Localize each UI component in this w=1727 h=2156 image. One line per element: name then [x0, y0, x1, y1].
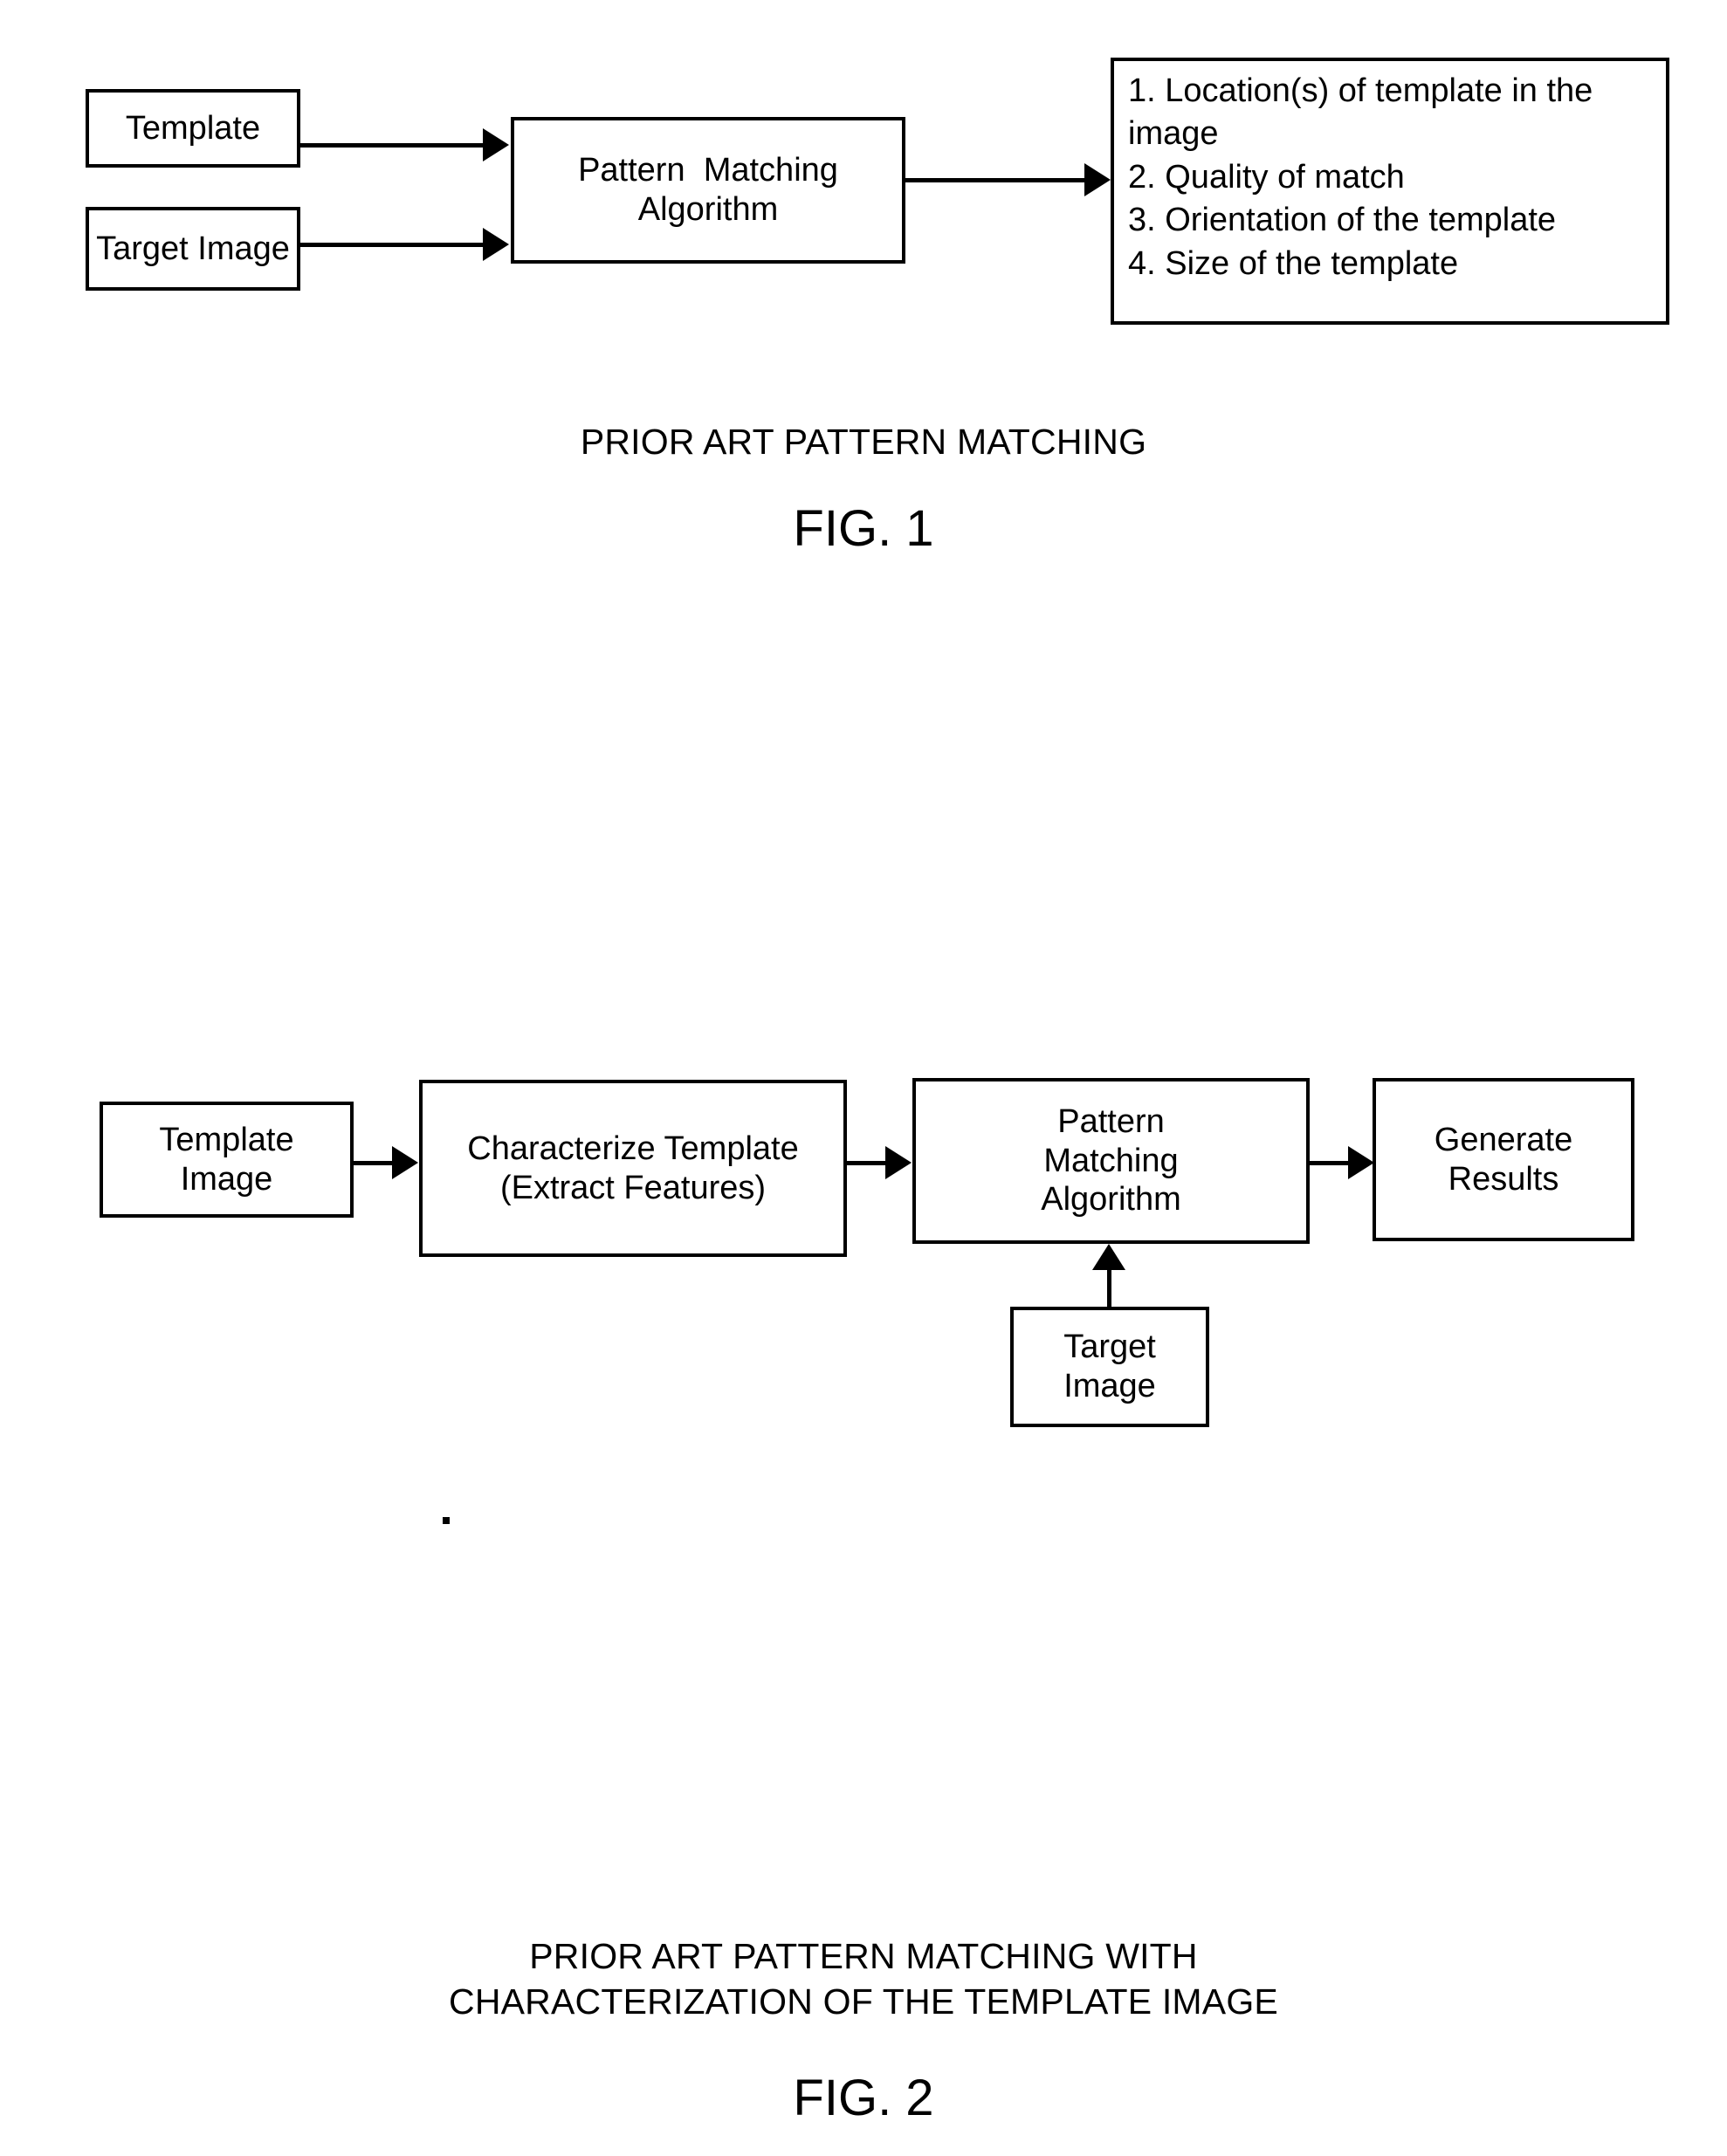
fig1-pattern-matching-label: Pattern Matching Algorithm: [578, 152, 838, 228]
patent-drawing-sheet: Template Target Image Pattern Matching A…: [0, 0, 1727, 2156]
fig1-pattern-matching-box: Pattern Matching Algorithm: [511, 117, 905, 264]
fig1-target-image-label: Target Image: [96, 230, 290, 267]
fig1-template-box: Template: [86, 89, 300, 168]
fig2-target-connector-line: [1107, 1270, 1111, 1312]
scan-artifact-dot: [443, 1517, 450, 1524]
fig2-target-arrowhead: [1092, 1244, 1125, 1270]
fig2-results-arrowhead: [1348, 1146, 1374, 1179]
fig1-results-arrowhead: [1084, 163, 1111, 196]
fig1-caption: PRIOR ART PATTERN MATCHING: [580, 422, 1147, 462]
fig2-results-connector-line: [1310, 1161, 1352, 1165]
fig2-pattern-matching-box: Pattern Matching Algorithm: [912, 1078, 1310, 1244]
fig2-template-connector-line: [354, 1161, 396, 1165]
fig2-target-image-box: Target Image: [1010, 1307, 1209, 1427]
fig2-label: FIG. 2: [793, 2070, 934, 2126]
fig1-template-label: Template: [125, 109, 261, 147]
fig1-label: FIG. 1: [793, 500, 934, 557]
fig2-generate-results-box: Generate Results: [1373, 1078, 1634, 1241]
fig2-pattern-matching-label: Pattern Matching Algorithm: [1041, 1102, 1181, 1219]
fig2-characterize-box: Characterize Template (Extract Features): [419, 1080, 847, 1257]
fig1-results-connector-line: [905, 178, 1087, 182]
fig1-results-list: 1. Location(s) of template in the image …: [1128, 72, 1593, 282]
fig2-target-image-label: Target Image: [1063, 1329, 1156, 1404]
fig1-target-connector-line: [300, 243, 485, 247]
fig1-results-box: 1. Location(s) of template in the image …: [1111, 58, 1669, 325]
fig2-generate-results-label: Generate Results: [1434, 1121, 1573, 1198]
fig1-target-image-box: Target Image: [86, 207, 300, 291]
fig1-template-arrowhead: [483, 128, 509, 161]
fig2-characterize-connector-line: [847, 1161, 889, 1165]
fig2-caption: PRIOR ART PATTERN MATCHING WITH CHARACTE…: [449, 1936, 1278, 2022]
fig1-target-arrowhead: [483, 228, 509, 261]
fig2-characterize-label: Characterize Template (Extract Features): [467, 1129, 799, 1206]
fig1-template-connector-line: [300, 143, 485, 148]
fig2-template-image-box: Template Image: [100, 1102, 354, 1218]
fig2-characterize-arrowhead: [885, 1146, 912, 1179]
fig2-template-arrowhead: [392, 1146, 418, 1179]
fig2-template-image-label: Template Image: [159, 1121, 294, 1198]
